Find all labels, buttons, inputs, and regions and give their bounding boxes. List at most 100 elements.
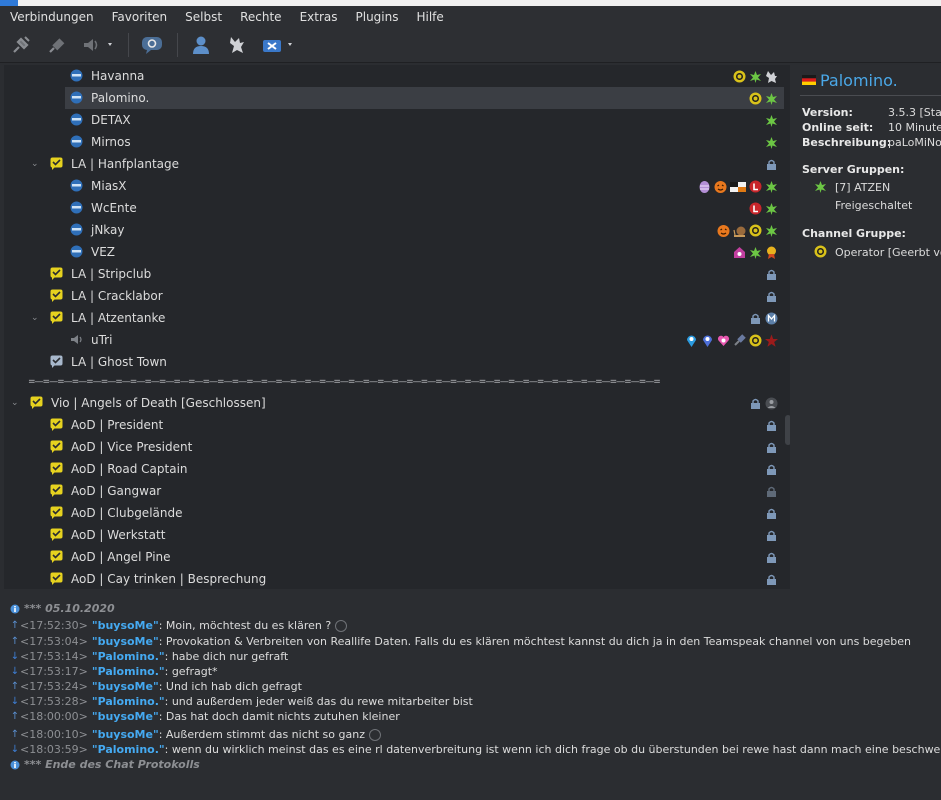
tree-client-row-selected[interactable]: Palomino. — [4, 87, 784, 109]
chat-message: : und außerdem jeder weiß das du rewe mi… — [164, 695, 473, 708]
channel-name: Vio | Angels of Death [Geschlossen] — [51, 396, 266, 410]
client-name: Mirnos — [91, 135, 131, 149]
house-icon — [734, 246, 745, 258]
channel-group-value: Operator [Geerbt von — [835, 246, 941, 259]
tree-channel-row[interactable]: LA | Ghost Town — [4, 351, 784, 373]
menu-favoriten[interactable]: Favoriten — [102, 10, 176, 24]
mute-dropdown-button[interactable] — [256, 30, 300, 60]
server-group-atzen: [7] ATZEN — [835, 181, 891, 194]
tree-client-row[interactable]: WcEnte — [4, 197, 784, 219]
tree-channel-row[interactable]: AoD | Road Captain — [4, 458, 784, 480]
client-nickname: Palomino. — [820, 71, 898, 90]
server-groups-label: Server Gruppen: — [802, 163, 905, 176]
chat-sender[interactable]: "Palomino." — [92, 695, 165, 708]
op-icon — [749, 224, 762, 236]
tree-channel-row[interactable]: AoD | Gangwar — [4, 480, 784, 502]
channel-badges — [765, 440, 778, 454]
menu-plugins[interactable]: Plugins — [346, 10, 407, 24]
identity-button[interactable] — [184, 30, 218, 60]
client-badges — [749, 201, 778, 215]
menu-verbindungen[interactable]: Verbindungen — [0, 10, 102, 24]
moderated-icon — [765, 312, 778, 324]
tree-client-row[interactable]: VEZ — [4, 241, 784, 263]
chat-button[interactable] — [135, 30, 169, 60]
chat-sender[interactable]: "buysoMe" — [92, 635, 159, 648]
menu-extras[interactable]: Extras — [290, 10, 346, 24]
away-button[interactable] — [76, 30, 120, 60]
menu-hilfe[interactable]: Hilfe — [406, 10, 451, 24]
tree-channel-row[interactable]: AoD | Angel Pine — [4, 546, 784, 568]
tree-client-row[interactable]: uTri — [4, 329, 784, 351]
outgoing-arrow-icon: ↓ — [10, 651, 20, 662]
client-status-icon — [70, 245, 83, 258]
channel-icon — [50, 418, 63, 431]
connect-button[interactable] — [4, 30, 38, 60]
scrollbar-thumb[interactable] — [785, 415, 790, 445]
chat-sender[interactable]: "buysoMe" — [92, 680, 159, 693]
tree-channel-row[interactable]: AoD | President — [4, 414, 784, 436]
mic-off-icon — [734, 333, 746, 346]
chat-sender[interactable]: "Palomino." — [92, 650, 165, 663]
tree-client-row[interactable]: MiasX — [4, 175, 784, 197]
version-value: 3.5.3 [Stab — [888, 106, 941, 119]
disconnect-button[interactable] — [40, 30, 74, 60]
leaf-icon — [766, 224, 777, 237]
client-status-icon — [70, 135, 83, 148]
chat-timestamp: <17:52:30> — [20, 619, 88, 632]
tree-channel-row[interactable]: LA | Cracklabor — [4, 285, 784, 307]
client-name: WcEnte — [91, 201, 137, 215]
incoming-arrow-icon: ↑ — [10, 729, 20, 740]
tree-client-row[interactable]: DETAX — [4, 109, 784, 131]
tree-channel-row[interactable]: ⌄ LA | Atzentanke — [4, 307, 784, 329]
tree-scrollbar[interactable] — [784, 65, 790, 589]
tree-channel-row[interactable]: ⌄ Vio | Angels of Death [Geschlossen] — [4, 392, 784, 414]
menu-selbst[interactable]: Selbst — [175, 10, 230, 24]
mute-x-icon — [263, 39, 292, 52]
lock-icon — [767, 486, 776, 497]
pane-splitter[interactable] — [0, 590, 941, 598]
incoming-arrow-icon: ↑ — [10, 620, 20, 631]
tree-channel-row[interactable]: AoD | Clubgelände — [4, 502, 784, 524]
menu-rechte[interactable]: Rechte — [230, 10, 289, 24]
plug-icon — [13, 35, 30, 53]
chat-line: ↑ <18:00:10> "buysoMe" : Außerdem stimmt… — [10, 727, 381, 742]
chat-timestamp: <17:53:24> — [20, 680, 88, 693]
tree-channel-row[interactable]: AoD | Vice President — [4, 436, 784, 458]
tree-client-row[interactable]: jNkay — [4, 219, 784, 241]
tree-channel-row[interactable]: LA | Stripclub — [4, 263, 784, 285]
tree-client-row[interactable]: Havanna — [4, 65, 784, 87]
channel-icon — [50, 289, 63, 302]
client-name: DETAX — [91, 113, 131, 127]
chat-sender[interactable]: "buysoMe" — [92, 710, 159, 723]
channel-name: AoD | Vice President — [71, 440, 193, 454]
lock-icon — [767, 464, 776, 475]
tree-channel-row[interactable]: ⌄ LA | Hanfplantage — [4, 153, 784, 175]
channel-badges — [765, 550, 778, 564]
chat-sender[interactable]: "buysoMe" — [92, 619, 159, 632]
chat-system-line: *** Ende des Chat Protokolls — [10, 757, 200, 772]
chat-sender[interactable]: "Palomino." — [92, 743, 165, 756]
version-label: Version: — [802, 106, 853, 119]
chat-message: : Und ich hab dich gefragt — [158, 680, 302, 693]
channel-badges — [765, 528, 778, 542]
chat-message: : Das hat doch damit nichts zutuhen klei… — [158, 710, 400, 723]
channel-name: AoD | Werkstatt — [71, 528, 166, 542]
collapse-arrow-icon[interactable]: ⌄ — [31, 159, 41, 169]
collapse-arrow-icon[interactable]: ⌄ — [11, 398, 21, 408]
chat-system-line: *** 05.10.2020 — [10, 601, 115, 616]
user-icon — [193, 36, 209, 54]
tree-channel-row[interactable]: AoD | Werkstatt — [4, 524, 784, 546]
tree-client-row[interactable]: Mirnos — [4, 131, 784, 153]
chat-sender[interactable]: "Palomino." — [92, 665, 165, 678]
wolf-button[interactable] — [220, 30, 254, 60]
l-badge-icon — [749, 202, 762, 214]
chat-sender[interactable]: "buysoMe" — [92, 728, 159, 741]
server-group-freigeschaltet: Freigeschaltet — [835, 199, 913, 212]
client-status-icon — [70, 223, 83, 236]
lock-icon — [767, 508, 776, 519]
client-name: VEZ — [91, 245, 116, 259]
collapse-arrow-icon[interactable]: ⌄ — [31, 313, 41, 323]
leaf-icon — [750, 246, 761, 259]
tree-channel-row[interactable]: AoD | Cay trinken | Besprechung — [4, 568, 784, 589]
mic-muted-status-icon — [71, 335, 82, 344]
